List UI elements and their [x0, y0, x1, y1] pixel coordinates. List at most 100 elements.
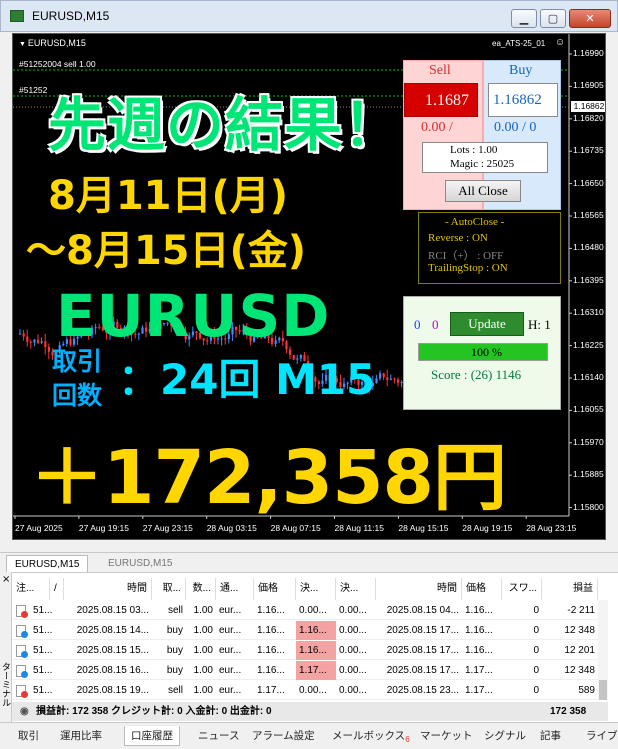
- trades-label-bottom: 回数: [52, 381, 103, 410]
- cell-close-time: 2025.08.15 04...: [386, 605, 459, 616]
- terminal-tab[interactable]: 取引: [18, 726, 39, 746]
- profit-text: ＋172,358円: [30, 435, 507, 521]
- chart-tab-1[interactable]: EURUSD,M15: [6, 555, 89, 573]
- score-text: Score : (26) 1146: [431, 367, 522, 382]
- column-header[interactable]: 時間: [376, 578, 462, 600]
- terminal-tab[interactable]: 運用比率: [60, 726, 102, 746]
- cell-tp: 0.00...: [339, 605, 367, 616]
- cell-sl: 0.00...: [299, 685, 327, 696]
- terminal-close-icon[interactable]: ×: [2, 574, 10, 585]
- column-header[interactable]: 損益: [542, 578, 598, 600]
- chart-tabs: EURUSD,M15 EURUSD,M15: [0, 552, 618, 573]
- cell-tp: 0.00...: [339, 665, 367, 676]
- pair-text: EURUSD: [56, 282, 331, 350]
- mailbox-badge: 6: [405, 735, 410, 745]
- candle: [44, 333, 47, 355]
- cell-size: 1.00: [193, 605, 213, 616]
- cell-close-time: 2025.08.15 23...: [386, 685, 459, 696]
- buy-price-button[interactable]: 1.16862: [488, 83, 558, 117]
- cell-type: sell: [167, 605, 183, 616]
- summary-icon: ◉: [20, 706, 29, 717]
- buy-order-icon: [16, 625, 28, 638]
- price-tick-label: 1.16480: [573, 242, 604, 253]
- cell-swap: 0: [533, 605, 539, 616]
- terminal-tab[interactable]: メールボックス6: [332, 726, 410, 746]
- terminal-tab[interactable]: アラーム設定: [252, 726, 315, 746]
- column-header[interactable]: 決...: [336, 578, 376, 600]
- candle: [386, 369, 389, 387]
- column-header[interactable]: スワ...: [502, 578, 542, 600]
- status-panel: 0 0 Update H: 1 100 % Score : (26) 1146: [403, 296, 561, 410]
- chart-tab-2[interactable]: EURUSD,M15: [100, 555, 180, 573]
- cell-sl: 0.00...: [299, 605, 327, 616]
- window-title: EURUSD,M15: [32, 9, 110, 23]
- column-header[interactable]: 価格: [254, 578, 296, 600]
- price-tick-label: 1.16905: [573, 80, 604, 91]
- candle: [393, 377, 396, 384]
- terminal-side-tab[interactable]: × ターミナル: [0, 572, 12, 722]
- cell-price: 1.16...: [257, 665, 285, 676]
- cell-close-price: 1.17...: [465, 685, 493, 696]
- cell-size: 1.00: [193, 665, 213, 676]
- symbol-label: ▼ EURUSD,M15: [19, 38, 86, 48]
- order-line-label: #51252004 sell 1.00: [19, 59, 96, 69]
- headline-text: 先週の結果！: [48, 91, 403, 159]
- column-header[interactable]: 数...: [186, 578, 216, 600]
- trades-label-top: 取引: [52, 347, 103, 376]
- price-tick-label: 1.16820: [573, 112, 604, 123]
- column-header[interactable]: 注...: [12, 578, 50, 600]
- terminal-tab[interactable]: シグナル: [484, 726, 526, 746]
- cell-swap: 0: [533, 625, 539, 636]
- terminal-tab[interactable]: ニュース: [198, 726, 239, 746]
- sell-order-icon: [16, 685, 28, 698]
- column-header[interactable]: 決...: [296, 578, 336, 600]
- cell-symbol: eur...: [219, 665, 242, 676]
- cell-size: 1.00: [193, 685, 213, 696]
- sell-order-icon: [16, 605, 28, 618]
- table-scrollbar[interactable]: [598, 600, 608, 700]
- candle: [19, 329, 22, 335]
- price-tick-label: 1.16650: [573, 177, 604, 188]
- cell-type: buy: [166, 625, 183, 636]
- rci-status[interactable]: RCI（+） : OFF: [428, 247, 503, 263]
- price-tick-label: 1.16310: [573, 307, 604, 318]
- all-close-button[interactable]: All Close: [445, 180, 521, 202]
- column-header[interactable]: 取...: [152, 578, 186, 600]
- cell-ticket: 51...: [33, 605, 53, 616]
- cell-symbol: eur...: [219, 645, 242, 656]
- close-button[interactable]: ✕: [569, 9, 611, 28]
- progress-bar: 100 %: [418, 343, 548, 361]
- reverse-status[interactable]: Reverse : ON: [428, 232, 488, 244]
- cell-close-price: 1.16...: [465, 645, 493, 656]
- sell-price: 1.1687: [425, 92, 469, 109]
- cell-symbol: eur...: [219, 625, 242, 636]
- date-line-1: 8月11日(月): [48, 173, 289, 219]
- maximize-button[interactable]: ▢: [540, 9, 566, 28]
- price-tick-label: 1.15970: [573, 436, 604, 447]
- cell-close-price: 1.16...: [465, 605, 493, 616]
- minimize-button[interactable]: ▁: [511, 9, 537, 28]
- terminal-tabs: 取引 運用比率 口座履歴 ニュース アラーム設定 メールボックス6 マーケット シグナル 記事 ラ…: [0, 722, 618, 749]
- column-header[interactable]: 時間: [64, 578, 152, 600]
- cell-size: 1.00: [193, 625, 213, 636]
- trailing-status[interactable]: TrailingStop : ON: [428, 262, 508, 274]
- cell-price: 1.17...: [257, 685, 285, 696]
- sell-price-button[interactable]: 1.1687: [404, 83, 478, 117]
- column-header[interactable]: 通...: [216, 578, 254, 600]
- update-button[interactable]: Update: [450, 312, 524, 336]
- cell-open-time: 2025.08.15 15...: [76, 645, 149, 656]
- column-header[interactable]: /: [50, 578, 64, 600]
- cell-open-time: 2025.08.15 16...: [76, 665, 149, 676]
- price-tick-label: 1.16225: [573, 339, 604, 350]
- cell-close-price: 1.17...: [465, 665, 493, 676]
- candle: [375, 374, 378, 384]
- terminal-tab[interactable]: ライブ: [586, 726, 618, 746]
- autoclose-title: - AutoClose -: [445, 216, 505, 228]
- terminal-tab[interactable]: 口座履歴: [124, 726, 180, 746]
- order-line-label-2: #51252: [19, 85, 48, 95]
- terminal-tab[interactable]: 記事: [540, 726, 561, 746]
- cell-profit: 589: [578, 685, 595, 696]
- price-tick-label: 1.16395: [573, 274, 604, 285]
- column-header[interactable]: 価格: [462, 578, 502, 600]
- terminal-tab[interactable]: マーケット: [420, 726, 473, 746]
